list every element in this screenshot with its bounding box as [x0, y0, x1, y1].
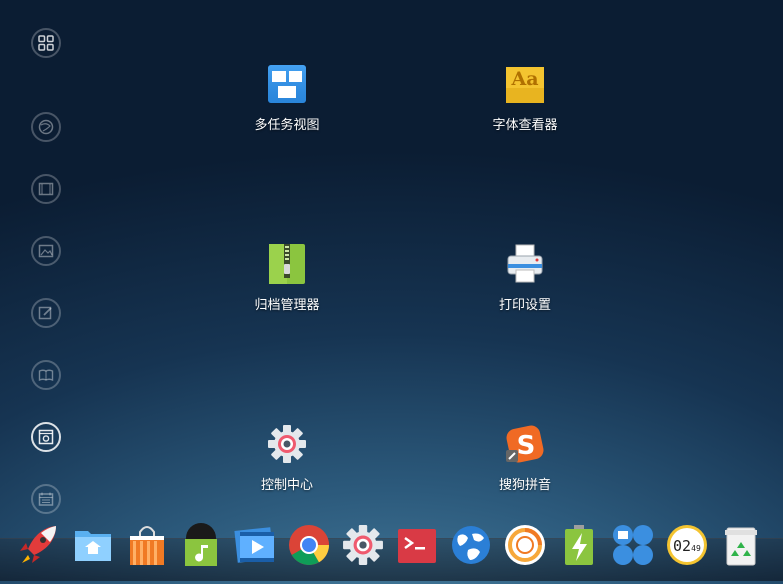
book-icon[interactable] [31, 360, 61, 390]
music-icon[interactable] [179, 523, 223, 567]
app-printer-settings[interactable]: 打印设置 [465, 244, 585, 334]
app-label: 归档管理器 [254, 298, 320, 313]
svg-text:S: S [517, 431, 536, 461]
control-center-icon[interactable] [341, 523, 385, 567]
archive-manager-icon [269, 244, 305, 284]
internet-icon[interactable] [31, 112, 61, 142]
video-icon[interactable] [31, 174, 61, 204]
clock-hours: 02 [673, 537, 691, 555]
clock-minutes: 49 [691, 544, 701, 553]
app-font-viewer[interactable]: Aa 字体查看器 [465, 64, 585, 154]
multitask-icon[interactable] [611, 523, 655, 567]
printer-settings-icon [507, 244, 543, 283]
app-control-center[interactable]: 控制中心 [227, 424, 347, 514]
terminal-icon[interactable] [395, 523, 439, 567]
system-icon[interactable] [31, 422, 61, 452]
grid-icon[interactable] [31, 28, 61, 58]
app-multitask-view[interactable]: 多任务视图 [227, 64, 347, 154]
app-label: 控制中心 [260, 478, 313, 493]
svg-text:Aa: Aa [510, 68, 538, 90]
sogou-pinyin-icon: S [506, 425, 544, 463]
app-label: 字体查看器 [492, 118, 558, 133]
multitask-view-icon [268, 65, 306, 103]
app-label: 搜狗拼音 [498, 478, 551, 493]
clock-icon[interactable]: 02 49 [665, 523, 709, 567]
control-center-icon [268, 425, 306, 463]
movie-icon[interactable] [233, 523, 277, 567]
trash-icon[interactable] [719, 523, 763, 567]
power-icon[interactable] [557, 523, 601, 567]
app-store-icon[interactable] [125, 523, 169, 567]
browser-icon[interactable] [449, 523, 493, 567]
launcher-icon[interactable] [16, 523, 60, 567]
app-label: 多任务视图 [254, 118, 320, 133]
app-label: 打印设置 [498, 298, 551, 313]
app-sogou-pinyin[interactable]: S 搜狗拼音 [465, 424, 585, 514]
app-archive-manager[interactable]: 归档管理器 [227, 244, 347, 334]
file-manager-icon[interactable] [71, 523, 115, 567]
chrome-icon[interactable] [287, 523, 331, 567]
category-sidebar [0, 0, 96, 584]
edit-icon[interactable] [31, 298, 61, 328]
font-viewer-icon: Aa [506, 67, 544, 103]
calendar-icon[interactable] [31, 484, 61, 514]
video-recorder-icon[interactable] [503, 523, 547, 567]
image-icon[interactable] [31, 236, 61, 266]
